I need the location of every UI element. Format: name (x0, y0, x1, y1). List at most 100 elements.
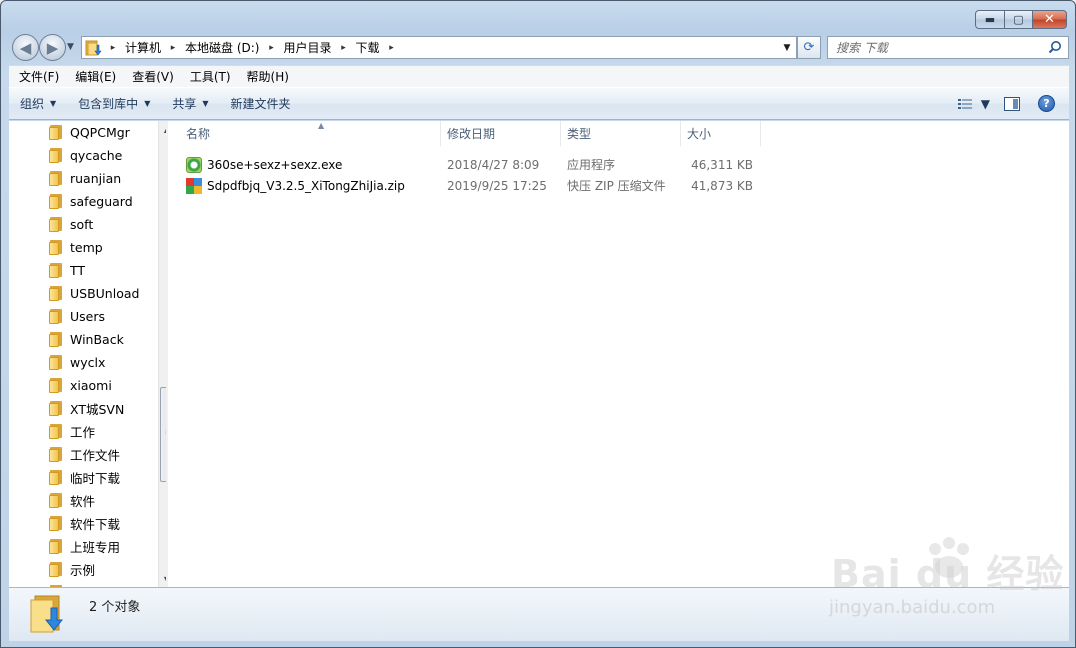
tree-item[interactable]: XT城SVN (49, 397, 124, 420)
search-icon[interactable] (1048, 40, 1062, 54)
navigation-pane: QQPCMgr qycache ruanjian safeguard soft temp T… (9, 121, 166, 587)
scroll-up-button[interactable]: ▲ (159, 121, 166, 137)
tree-item[interactable]: 上班专用 (49, 535, 120, 558)
file-size: 46,311 KB (691, 157, 753, 172)
tree-item[interactable]: ruanjian (49, 167, 121, 190)
file-row[interactable]: 360se+sexz+sexz.exe 2018/4/27 8:09 应用程序 46,… (186, 154, 786, 175)
tree-item[interactable]: safeguard (49, 190, 133, 213)
new-folder-button[interactable]: 新建文件夹 (220, 88, 302, 119)
chevron-down-icon: ▼ (50, 99, 57, 108)
tree-item-label: 软件 (70, 494, 96, 509)
tree-item-label: 示例 (70, 563, 96, 578)
folder-icon (49, 562, 63, 577)
folder-icon (49, 470, 63, 485)
refresh-button[interactable]: ⟳ (797, 36, 821, 59)
menu-tools[interactable]: 工具(T) (182, 68, 239, 85)
column-header-modified[interactable]: 修改日期 (441, 121, 561, 146)
column-header-type[interactable]: 类型 (561, 121, 681, 146)
file-modified: 2018/4/27 8:09 (447, 157, 540, 172)
file-type: 应用程序 (567, 158, 616, 172)
folder-icon (49, 194, 63, 209)
menu-view[interactable]: 查看(V) (124, 68, 182, 85)
tree-item[interactable]: QQPCMgr (49, 121, 130, 144)
file-size: 41,873 KB (691, 178, 753, 193)
file-name-cell[interactable]: 360se+sexz+sexz.exe (186, 154, 342, 175)
share-button[interactable]: 共享 ▼ (161, 88, 219, 119)
scroll-down-button[interactable]: ▼ (159, 571, 166, 587)
folder-icon (49, 493, 63, 508)
views-dropdown-arrow[interactable]: ▼ (973, 97, 990, 111)
file-name: 360se+sexz+sexz.exe (207, 157, 343, 172)
tree-item[interactable]: USBUnload (49, 282, 139, 305)
folder-icon (49, 539, 63, 554)
details-view-icon (957, 98, 972, 109)
breadcrumb-separator[interactable]: ▸ (105, 43, 121, 53)
tree-item[interactable]: 软件下载 (49, 512, 120, 535)
column-header-size[interactable]: 大小 (681, 121, 761, 146)
file-name-cell[interactable]: Sdpdfbjq_V3.2.5_XiTongZhiJia.zip (186, 175, 405, 196)
tree-item[interactable]: soft (49, 213, 93, 236)
tree-item-label: qycache (70, 148, 123, 163)
tree-item[interactable]: 工作文件 (49, 443, 120, 466)
search-input[interactable] (836, 40, 1046, 55)
preview-pane-button[interactable] (1004, 96, 1020, 111)
close-button[interactable]: ✕ (1033, 10, 1067, 29)
tree-item[interactable]: Users (49, 305, 105, 328)
back-button[interactable]: ◀ (12, 34, 39, 61)
tree-item-label: xiaomi (70, 378, 112, 393)
downloads-folder-icon (29, 594, 65, 636)
tree-item[interactable]: xiaomi (49, 374, 112, 397)
include-in-library-button[interactable]: 包含到库中 ▼ (67, 88, 161, 119)
breadcrumb-downloads[interactable]: 下载 (352, 39, 384, 56)
tree-item[interactable]: WinBack (49, 328, 124, 351)
file-list: 名称 ▲ 修改日期 类型 大小 360se+sexz+sexz.exe 2018/… (168, 121, 1069, 587)
tree-item-label: 软件下载 (70, 517, 121, 532)
tree-item[interactable]: wyclx (49, 351, 105, 374)
tree-item-label: XT城SVN (70, 402, 125, 417)
folder-icon (49, 217, 63, 232)
tree-item[interactable]: temp (49, 236, 103, 259)
forward-button[interactable]: ▶ (39, 34, 66, 61)
menu-file[interactable]: 文件(F) (11, 68, 67, 85)
navigation-row: ◀ ▶ ▼ ▸ 计算机 ▸ 本地磁盘 (D:) ▸ 用户目录 ▸ 下载 ▸ ▼ … (9, 33, 1069, 61)
folder-icon (49, 332, 63, 347)
tree-item[interactable]: 示例 (49, 558, 95, 581)
menu-edit[interactable]: 编辑(E) (67, 68, 124, 85)
maximize-button[interactable]: ▢ (1005, 10, 1033, 29)
breadcrumb-separator[interactable]: ▸ (165, 43, 181, 53)
tree-item[interactable]: 软件 (49, 489, 95, 512)
column-size-label: 大小 (687, 127, 712, 141)
menu-bar: 文件(F) 编辑(E) 查看(V) 工具(T) 帮助(H) (9, 65, 1069, 87)
tree-item[interactable]: 临时下载 (49, 466, 120, 489)
change-view-button[interactable]: ▼ (957, 97, 990, 111)
minimize-button[interactable]: ▬ (975, 10, 1005, 29)
address-history-dropdown[interactable]: ▼ (778, 37, 796, 58)
breadcrumb-separator[interactable]: ▸ (336, 43, 352, 53)
column-header-name[interactable]: 名称 ▲ (180, 121, 441, 146)
breadcrumb-user-dir[interactable]: 用户目录 (279, 39, 335, 56)
tree-item[interactable]: 工作 (49, 420, 95, 443)
tree-item-label: soft (70, 217, 94, 232)
breadcrumb-separator[interactable]: ▸ (384, 43, 400, 53)
organize-button[interactable]: 组织 ▼ (9, 88, 67, 119)
breadcrumb-computer[interactable]: 计算机 (121, 39, 165, 56)
recent-pages-dropdown[interactable]: ▼ (67, 42, 74, 52)
tree-item-label: wyclx (70, 355, 106, 370)
folder-icon (49, 447, 63, 462)
watermark-brand: Bai du 经验 (831, 552, 1065, 596)
file-row[interactable]: Sdpdfbjq_V3.2.5_XiTongZhiJia.zip 2019/9/2… (186, 175, 786, 196)
file-type: 快压 ZIP 压缩文件 (567, 179, 666, 193)
help-button[interactable]: ? (1038, 95, 1055, 112)
tree-item[interactable]: TT (49, 259, 85, 282)
watermark-url: jingyan.baidu.com (829, 597, 996, 618)
tree-item[interactable]: qycache (49, 144, 122, 167)
address-bar[interactable]: ▸ 计算机 ▸ 本地磁盘 (D:) ▸ 用户目录 ▸ 下载 ▸ ▼ (81, 36, 797, 59)
search-box[interactable] (827, 36, 1069, 59)
menu-help[interactable]: 帮助(H) (239, 68, 297, 85)
share-label: 共享 (172, 97, 197, 111)
chevron-down-icon: ▼ (202, 99, 209, 108)
explorer-window: ▬ ▢ ✕ ◀ ▶ ▼ ▸ 计算机 ▸ 本地磁盘 (D:) ▸ 用户目录 ▸ 下… (0, 0, 1076, 648)
breadcrumb-local-disk[interactable]: 本地磁盘 (D:) (181, 39, 263, 56)
navigation-scrollbar[interactable]: ▲ ≡ ▼ (158, 121, 166, 587)
breadcrumb-separator[interactable]: ▸ (263, 43, 279, 53)
